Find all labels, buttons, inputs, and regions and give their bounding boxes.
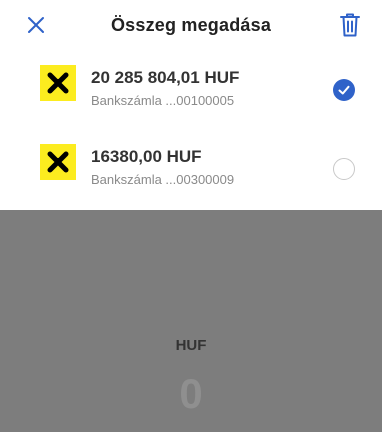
raiffeisen-logo-icon [40, 65, 76, 101]
account-label: Bankszámla ...00100005 [91, 93, 235, 108]
checkmark-icon [338, 85, 350, 95]
account-details: 20 285 804,01 HUF Bankszámla ...00100005 [91, 68, 239, 109]
amount-entry-screen: Összeg megadása 20 285 804,01 HUF Banksz… [0, 0, 382, 432]
account-row[interactable]: 16380,00 HUF Bankszámla ...00300009 [0, 130, 382, 210]
account-row[interactable]: 20 285 804,01 HUF Bankszámla ...00100005 [0, 50, 382, 130]
raiffeisen-logo-icon [40, 144, 76, 180]
account-balance: 20 285 804,01 HUF [91, 68, 240, 87]
close-button[interactable] [24, 13, 48, 37]
account-label: Bankszámla ...00300009 [91, 172, 235, 187]
amount-value[interactable]: 0 [0, 370, 382, 418]
page-title: Összeg megadása [110, 14, 272, 35]
trash-icon [340, 13, 360, 37]
currency-label: HUF [175, 337, 207, 354]
close-icon [28, 17, 44, 33]
account-details: 16380,00 HUF Bankszámla ...00300009 [91, 147, 234, 188]
account-radio-unselected[interactable] [333, 158, 355, 180]
header-bar: Összeg megadása [0, 0, 382, 50]
amount-input-area[interactable]: HUF 0 [0, 210, 382, 432]
delete-button[interactable] [339, 12, 361, 38]
account-radio-selected[interactable] [333, 79, 355, 101]
account-balance: 16380,00 HUF [91, 147, 202, 166]
